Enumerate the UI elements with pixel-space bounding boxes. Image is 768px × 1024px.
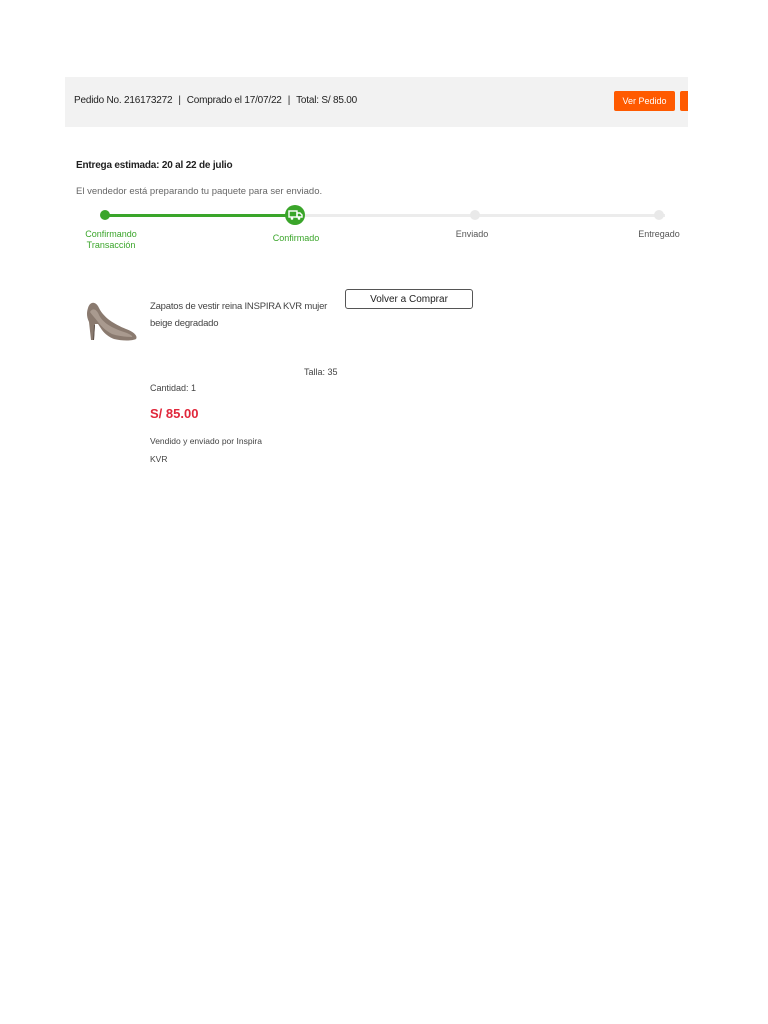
view-order-button[interactable]: Ver Pedido [614,91,675,111]
order-total: Total: S/ 85.00 [296,95,358,106]
secondary-order-button[interactable] [680,91,688,111]
step-label-delivered: Entregado [638,229,680,239]
delivery-estimate: Entrega estimada: 20 al 22 de julio [76,160,233,171]
product-price: S/ 85.00 [150,406,199,421]
step-dot-shipped [470,210,480,220]
product-quantity: Cantidad: 1 [150,383,197,393]
separator: | [287,95,291,106]
truck-icon [285,205,305,225]
progress-line-done [105,214,295,217]
progress-line-pending [305,214,665,217]
step-label-confirmed: Confirmado [272,233,320,243]
separator: | [178,95,181,106]
buy-again-button[interactable]: Volver a Comprar [345,289,473,309]
step-label-confirming: Confirmando Transacción [85,229,137,250]
step-label-shipped: Enviado [455,229,489,239]
purchase-date: Comprado el 17/07/22 [186,95,282,106]
order-summary: Pedido No. 216173272 | Comprado el 17/07/2… [74,95,357,106]
step-dot-confirming [100,210,110,220]
order-header: Pedido No. 216173272 | Comprado el 17/07/2… [65,77,688,127]
shoe-image [82,298,140,344]
order-number: Pedido No. 216173272 [74,95,173,106]
order-progress-tracker: Confirmando Transacción Confirmado Envia… [85,205,680,251]
product-name[interactable]: Zapatos de vestir reina INSPIRA KVR muje… [150,298,340,332]
step-dot-delivered [654,210,664,220]
status-message: El vendedor está preparando tu paquete p… [76,186,323,197]
product-size: Talla: 35 [304,367,338,377]
seller-info: Vendido y enviado por Inspira KVR [150,436,262,464]
